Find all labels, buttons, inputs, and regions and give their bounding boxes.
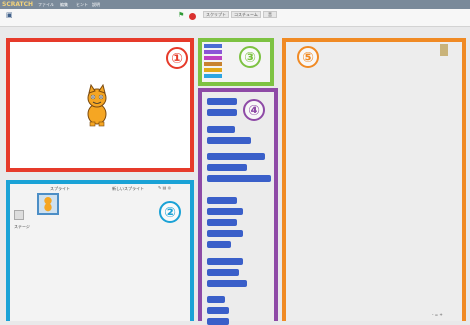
menu-about[interactable]: 説明 [92, 1, 100, 8]
tab-scripts[interactable]: スクリプト [203, 11, 229, 18]
tab-costumes[interactable]: コスチューム [231, 11, 261, 18]
block-item[interactable] [207, 164, 247, 171]
stage-thumbnail[interactable] [14, 210, 24, 220]
sprite-corner-thumbnail [440, 44, 448, 56]
category-control[interactable] [204, 68, 222, 72]
marker-2: ② [159, 201, 181, 223]
script-area[interactable]: - = + [282, 38, 466, 321]
toolbar: ▣ ⚑ スクリプト コスチューム 音 [0, 9, 470, 27]
tab-sounds[interactable]: 音 [263, 11, 277, 18]
block-item[interactable] [207, 258, 243, 265]
block-item[interactable] [207, 241, 231, 248]
block-item[interactable] [207, 269, 239, 276]
scratch-logo[interactable]: SCRATCH [2, 1, 33, 8]
block-item[interactable] [207, 307, 229, 314]
new-sprite-tools-icon[interactable]: ✎ ▤ ◎ [158, 185, 171, 190]
block-item[interactable] [207, 153, 265, 160]
category-sensing[interactable] [204, 74, 222, 78]
sprite-header-label: スプライト [50, 186, 70, 191]
block-item[interactable] [207, 219, 237, 226]
menu-tips[interactable]: ヒント [76, 1, 88, 8]
block-item[interactable] [207, 230, 243, 237]
block-item[interactable] [207, 208, 243, 215]
cat-sprite[interactable] [80, 84, 114, 128]
category-sound[interactable] [204, 56, 222, 60]
cat-thumbnail-icon [44, 197, 52, 212]
marker-3: ③ [239, 46, 261, 68]
marker-5: ⑤ [297, 46, 319, 68]
block-item[interactable] [207, 109, 237, 116]
menu-file[interactable]: ファイル [38, 1, 54, 8]
stop-icon[interactable] [189, 13, 196, 20]
menu-bar: SCRATCH ファイル 編集 ヒント 説明 [0, 0, 470, 9]
block-item[interactable] [207, 98, 237, 105]
category-palette[interactable] [198, 38, 274, 86]
new-sprite-label: 新しいスプライト [112, 186, 144, 191]
marker-1: ① [166, 47, 188, 69]
fullscreen-icon[interactable]: ▣ [6, 11, 13, 19]
category-events[interactable] [204, 62, 222, 66]
marker-4: ④ [243, 99, 265, 121]
blocks-palette [198, 88, 278, 325]
block-item[interactable] [207, 126, 235, 133]
zoom-controls-icon[interactable]: - = + [432, 312, 443, 317]
block-item[interactable] [207, 280, 247, 287]
category-looks[interactable] [204, 50, 222, 54]
block-item[interactable] [207, 175, 271, 182]
sprite-thumbnail[interactable] [37, 193, 59, 215]
block-item[interactable] [207, 296, 225, 303]
category-motion[interactable] [204, 44, 222, 48]
menu-edit[interactable]: 編集 [60, 1, 68, 8]
block-item[interactable] [207, 197, 237, 204]
block-item[interactable] [207, 318, 229, 325]
block-item[interactable] [207, 137, 251, 144]
green-flag-icon[interactable]: ⚑ [178, 11, 184, 19]
stage-label: ステージ [14, 224, 30, 229]
